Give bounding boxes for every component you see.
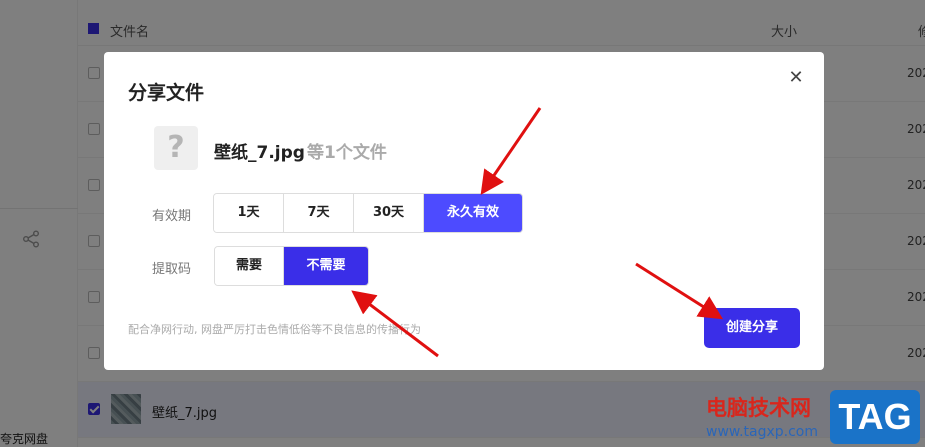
- code-option-required[interactable]: 需要: [215, 247, 284, 285]
- close-icon[interactable]: ✕: [787, 69, 805, 87]
- watermark-site-name: 电脑技术网: [706, 396, 811, 420]
- validity-label: 有效期: [152, 209, 192, 224]
- watermark: 电脑技术网 www.tagxp.com TAG: [700, 388, 925, 447]
- unknown-file-icon: ?: [154, 126, 198, 170]
- extract-code-label: 提取码: [152, 262, 192, 277]
- create-share-button[interactable]: 创建分享: [704, 308, 800, 348]
- watermark-url: www.tagxp.com: [706, 424, 818, 440]
- shared-file-name: 壁纸_7.jpg: [214, 143, 305, 163]
- extract-code-selector: 需要 不需要: [214, 246, 369, 286]
- shared-file-count: 等1个文件: [307, 143, 387, 163]
- validity-option-30-days[interactable]: 30天: [354, 194, 424, 232]
- watermark-logo: TAG: [830, 390, 920, 444]
- share-dialog: 分享文件 ✕ ? 壁纸_7.jpg 等1个文件 有效期 1天 7天 30天 永久…: [104, 52, 824, 370]
- code-option-not-required[interactable]: 不需要: [284, 247, 368, 285]
- validity-option-7-days[interactable]: 7天: [284, 194, 354, 232]
- validity-option-1-day[interactable]: 1天: [214, 194, 284, 232]
- dialog-title: 分享文件: [128, 82, 205, 104]
- validity-option-permanent[interactable]: 永久有效: [424, 194, 522, 232]
- policy-notice: 配合净网行动, 网盘严厉打击色情低俗等不良信息的传播行为: [128, 323, 421, 336]
- validity-selector: 1天 7天 30天 永久有效: [213, 193, 523, 233]
